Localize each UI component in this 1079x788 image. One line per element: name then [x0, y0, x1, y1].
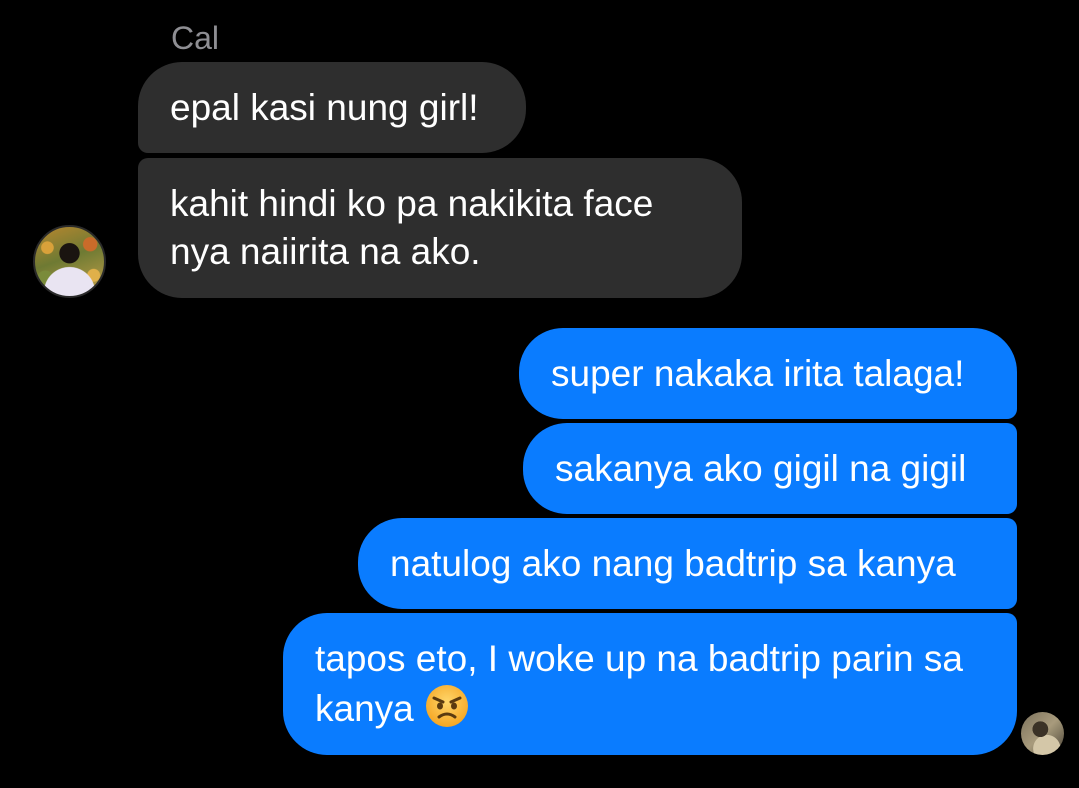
message-text: super nakaka irita talaga!: [551, 352, 965, 394]
angry-face-icon: [424, 683, 470, 729]
incoming-message-bubble[interactable]: kahit hindi ko pa nakikita face nya naii…: [138, 158, 742, 298]
message-text: tapos eto, I woke up na badtrip parin sa…: [315, 638, 963, 729]
incoming-message-bubble[interactable]: epal kasi nung girl!: [138, 62, 526, 153]
outgoing-message-bubble[interactable]: tapos eto, I woke up na badtrip parin sa…: [283, 613, 1017, 755]
message-text: epal kasi nung girl!: [170, 86, 479, 128]
message-text-with-emoji: tapos eto, I woke up na badtrip parin sa…: [315, 635, 975, 733]
message-text: natulog ako nang badtrip sa kanya: [390, 542, 956, 584]
outgoing-message-bubble[interactable]: sakanya ako gigil na gigil: [523, 423, 1017, 514]
sender-name: Cal: [171, 20, 220, 56]
message-text: kahit hindi ko pa nakikita face nya naii…: [170, 183, 654, 272]
contact-avatar[interactable]: [33, 225, 106, 298]
outgoing-message-bubble[interactable]: natulog ako nang badtrip sa kanya: [358, 518, 1017, 609]
message-text: sakanya ako gigil na gigil: [555, 447, 967, 489]
read-receipt-avatar: [1021, 712, 1064, 755]
outgoing-message-bubble[interactable]: super nakaka irita talaga!: [519, 328, 1017, 419]
